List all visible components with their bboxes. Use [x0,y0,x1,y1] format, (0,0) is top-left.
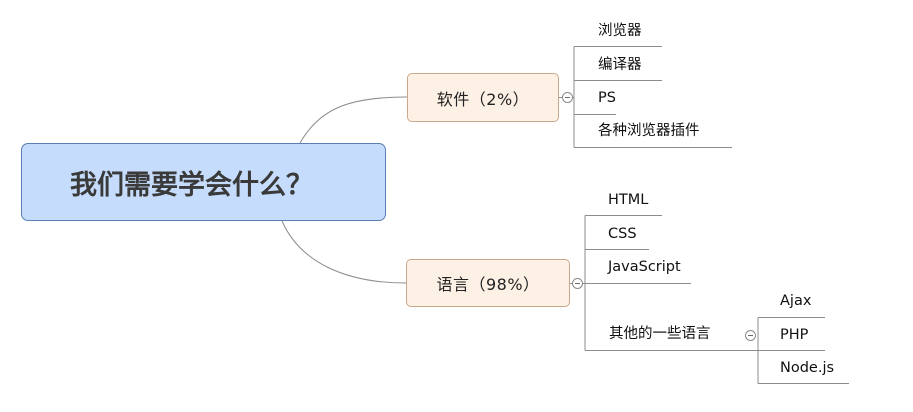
subtopic-php[interactable]: PHP [780,326,808,344]
subtopic-nodejs[interactable]: Node.js [780,359,834,377]
subtopic-compiler[interactable]: 编译器 [598,56,642,74]
collapse-minus-icon[interactable] [562,92,573,103]
subtopic-html[interactable]: HTML [608,191,648,209]
central-topic[interactable]: 我们需要学会什么？ [21,143,386,221]
subtopic-other-languages[interactable]: 其他的一些语言 [609,325,711,343]
collapse-minus-icon[interactable] [572,278,583,289]
central-topic-label: 我们需要学会什么？ [70,169,313,201]
subtopic-browser-plugins[interactable]: 各种浏览器插件 [598,122,700,140]
subtopic-javascript[interactable]: JavaScript [608,258,681,276]
subtopic-ps[interactable]: PS [598,89,616,107]
subtopic-ajax[interactable]: Ajax [780,292,811,310]
subtopic-browser[interactable]: 浏览器 [598,22,642,40]
connector-root-software [299,96,408,144]
topic-software[interactable]: 软件（2%） [407,73,559,122]
connector-root-language [281,220,407,284]
topic-language-label: 语言（98%） [436,275,540,294]
subtopic-css[interactable]: CSS [608,225,637,243]
topic-software-label: 软件（2%） [436,89,530,109]
collapse-minus-icon[interactable] [745,330,756,341]
topic-language[interactable]: 语言（98%） [406,259,570,307]
